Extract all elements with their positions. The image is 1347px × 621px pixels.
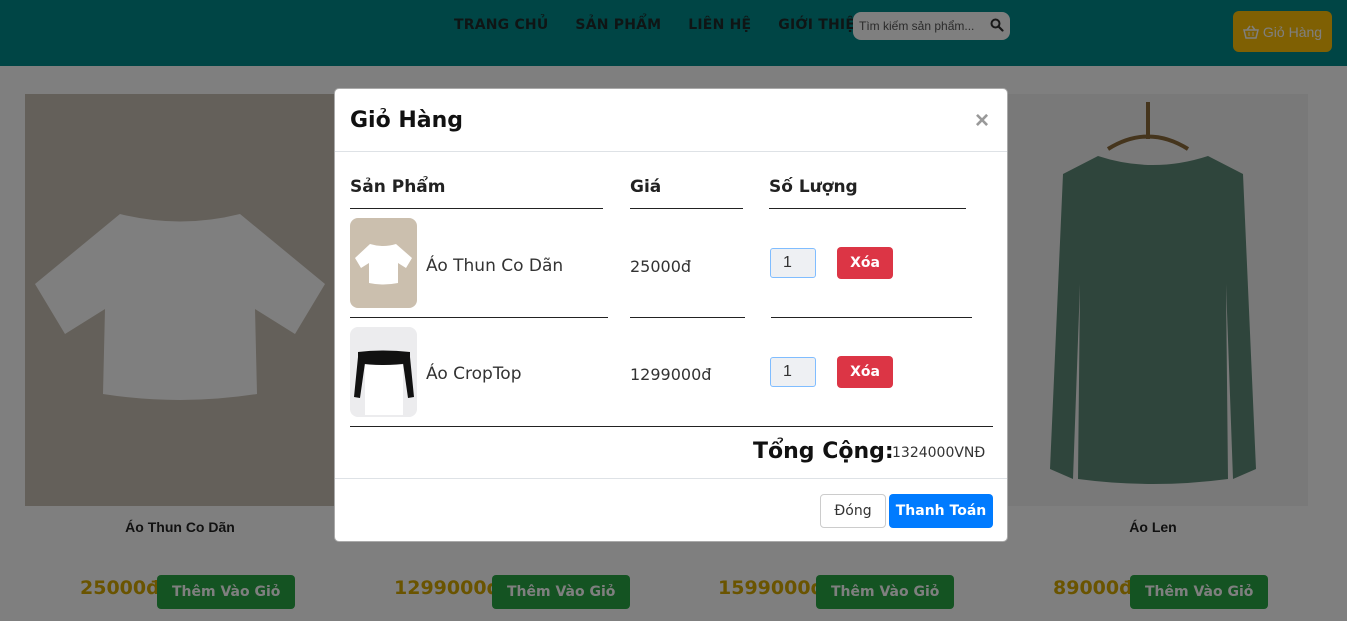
quantity-input[interactable] bbox=[770, 248, 816, 278]
divider bbox=[630, 317, 745, 318]
cart-item-thumbnail bbox=[350, 218, 417, 308]
cart-item-price: 1299000đ bbox=[630, 365, 712, 384]
column-header-product: Sản Phẩm bbox=[350, 177, 446, 197]
cart-item-name: Áo Thun Co Dãn bbox=[426, 256, 564, 276]
cart-modal: Giỏ Hàng × Sản Phẩm Giá Số Lượng Áo Thun… bbox=[334, 88, 1008, 542]
cart-item-name: Áo CropTop bbox=[426, 364, 522, 384]
divider bbox=[350, 426, 993, 427]
checkout-button[interactable]: Thanh Toán bbox=[889, 494, 993, 528]
modal-title: Giỏ Hàng bbox=[350, 108, 464, 133]
modal-footer-divider bbox=[335, 478, 1007, 479]
delete-item-button[interactable]: Xóa bbox=[837, 356, 893, 388]
divider bbox=[771, 317, 972, 318]
column-header-qty: Số Lượng bbox=[769, 177, 858, 197]
column-header-price: Giá bbox=[630, 177, 662, 197]
delete-item-button[interactable]: Xóa bbox=[837, 247, 893, 279]
divider bbox=[350, 317, 608, 318]
cart-item-price: 25000đ bbox=[630, 257, 692, 276]
cart-item-thumbnail bbox=[350, 327, 417, 417]
divider bbox=[350, 208, 603, 209]
divider bbox=[769, 208, 966, 209]
divider bbox=[630, 208, 743, 209]
modal-header: Giỏ Hàng × bbox=[335, 89, 1007, 152]
close-icon[interactable]: × bbox=[975, 109, 989, 133]
close-button[interactable]: Đóng bbox=[820, 494, 886, 528]
total-label: Tổng Cộng: bbox=[753, 439, 894, 464]
quantity-input[interactable] bbox=[770, 357, 816, 387]
total-value: 1324000VNĐ bbox=[892, 445, 986, 461]
